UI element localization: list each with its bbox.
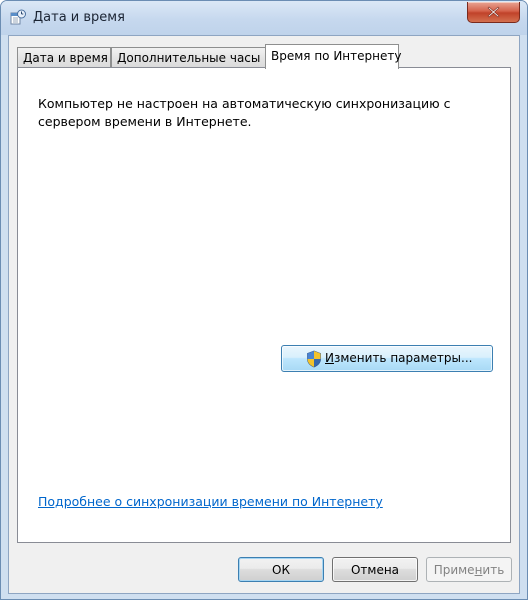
- sync-status-line-1: Компьютер не настроен на автоматическую …: [38, 96, 451, 111]
- apply-button[interactable]: Применить: [426, 557, 512, 582]
- sync-status-line-2: сервером времени в Интернете.: [38, 114, 252, 129]
- dialog-body: Дата и время Дополнительные часы Время п…: [8, 35, 520, 594]
- window-title: Дата и время: [33, 10, 125, 25]
- close-button[interactable]: [467, 2, 520, 23]
- date-time-icon: [10, 9, 26, 25]
- change-settings-button[interactable]: Изменить параметры...: [281, 345, 493, 372]
- uac-shield-icon: [306, 350, 322, 368]
- tab-internet-time[interactable]: Время по Интернету: [265, 44, 401, 69]
- tab-date-time[interactable]: Дата и время: [17, 47, 111, 68]
- internet-time-panel: Компьютер не настроен на автоматическую …: [17, 67, 511, 543]
- internet-sync-help-link[interactable]: Подробнее о синхронизации времени по Инт…: [38, 494, 383, 509]
- tab-additional-clocks[interactable]: Дополнительные часы: [111, 47, 266, 68]
- change-settings-label: Изменить параметры...: [325, 351, 473, 365]
- ok-button[interactable]: ОК: [238, 557, 324, 582]
- sync-status-message: Компьютер не настроен на автоматическую …: [38, 95, 478, 131]
- title-bar[interactable]: Дата и время: [1, 1, 527, 35]
- date-time-window: Дата и время Дата и время Дополнительные…: [0, 0, 528, 600]
- cancel-button[interactable]: Отмена: [332, 557, 418, 582]
